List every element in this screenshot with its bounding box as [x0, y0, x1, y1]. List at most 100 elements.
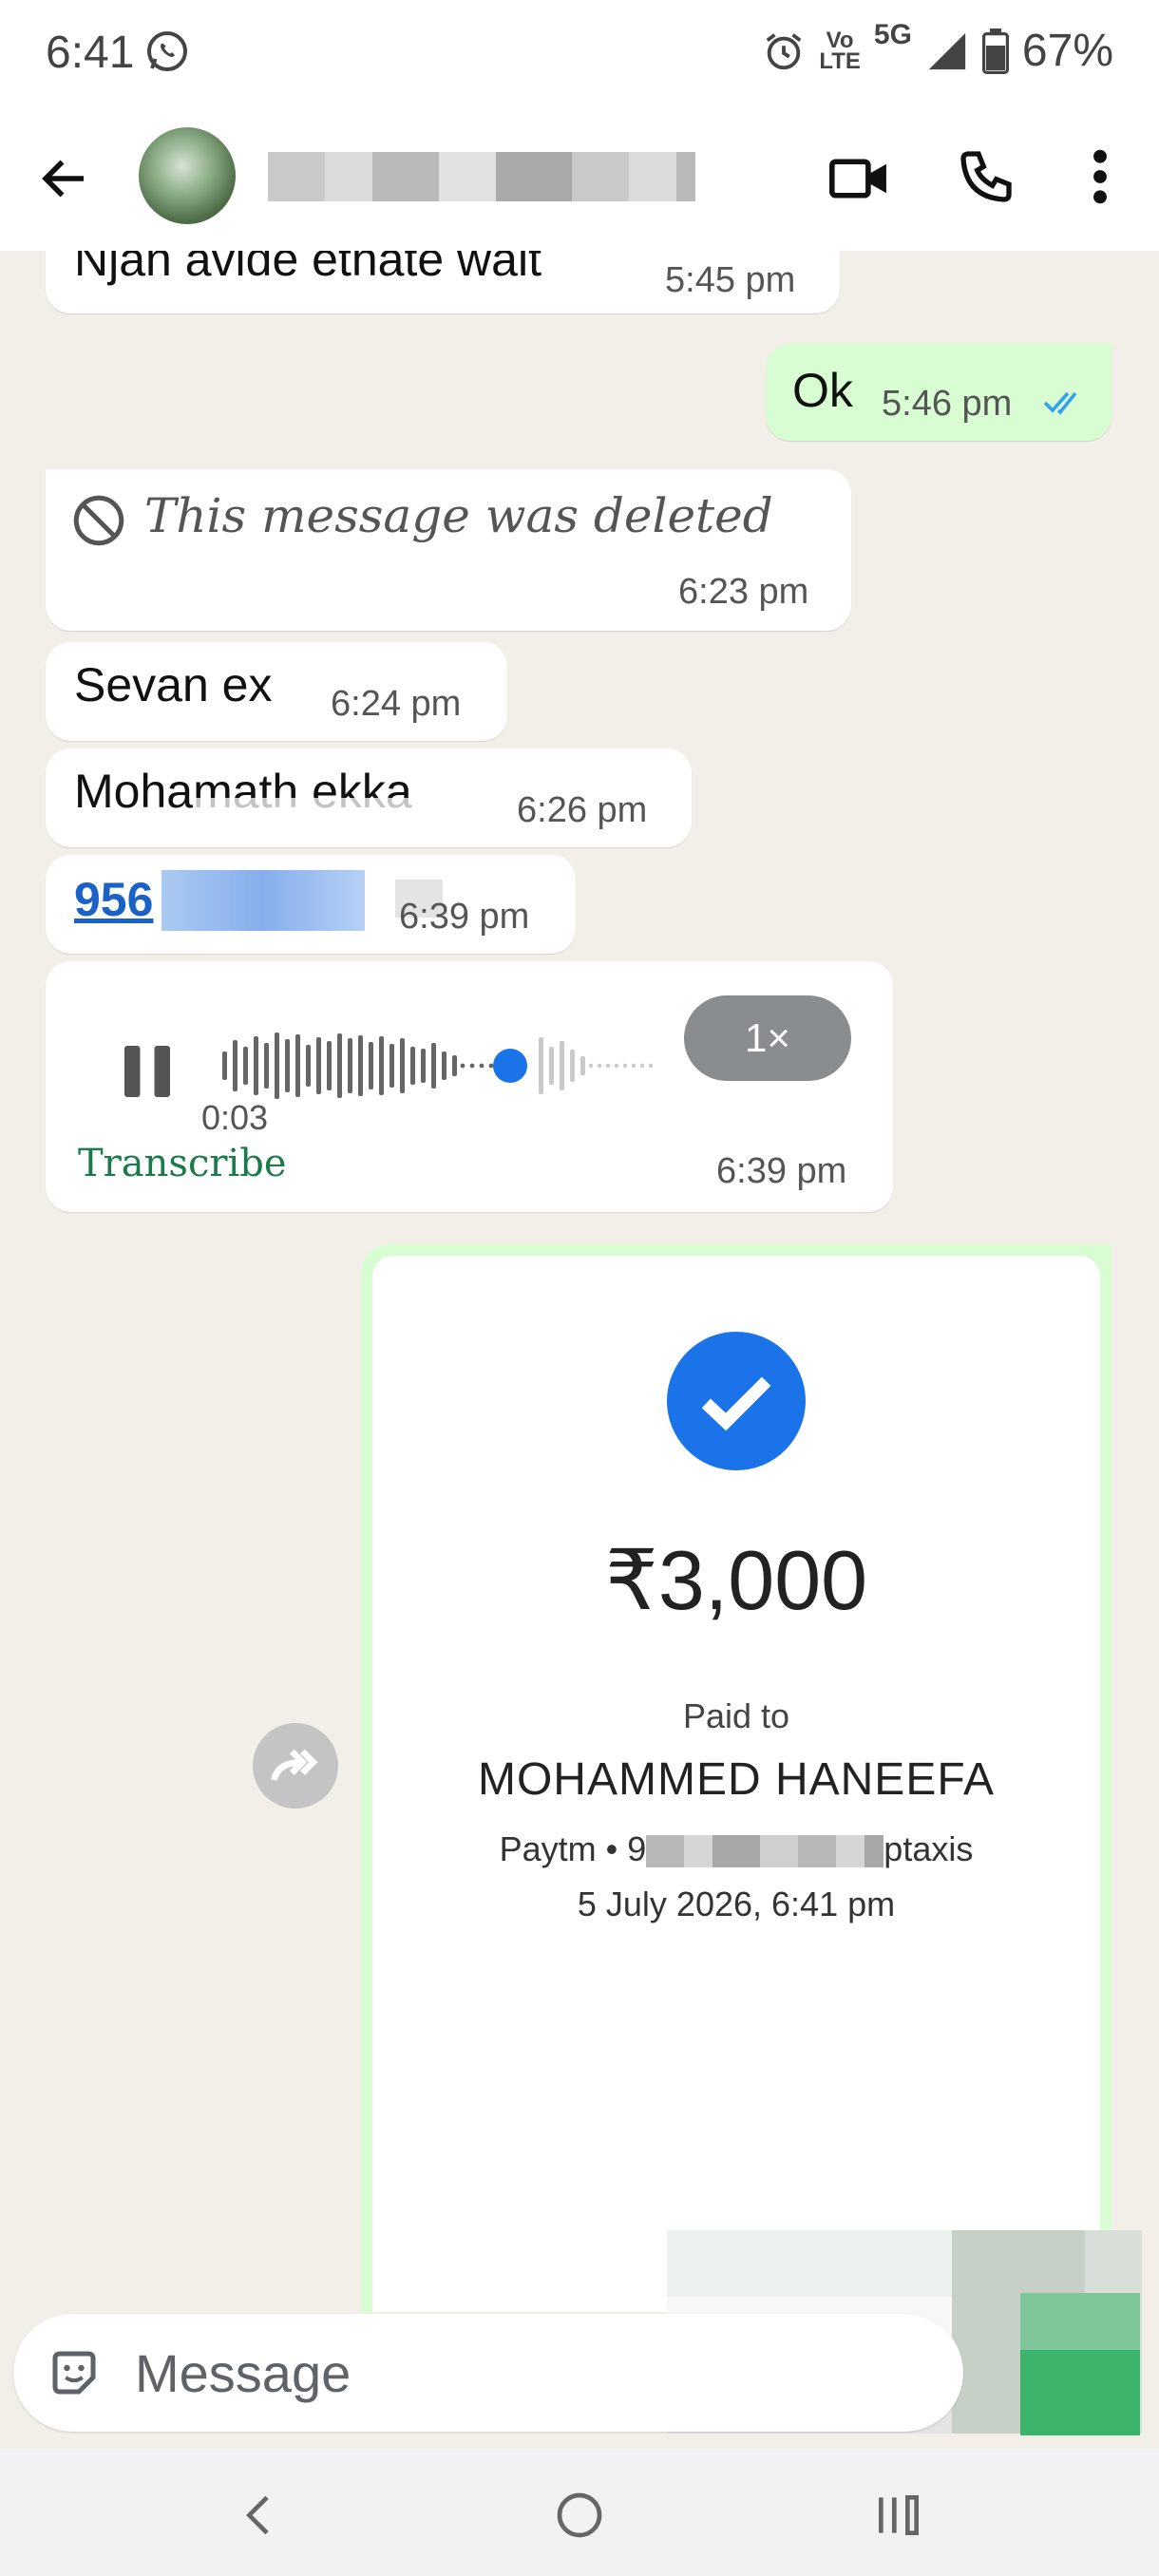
nav-back-icon[interactable]	[234, 2489, 287, 2542]
back-arrow-icon[interactable]	[36, 150, 93, 207]
video-call-icon[interactable]	[828, 148, 891, 209]
contact-name[interactable]	[268, 152, 695, 201]
waveform-bar	[337, 1033, 342, 1098]
message-input[interactable]	[135, 2339, 667, 2407]
sticker-icon[interactable]	[46, 2344, 103, 2401]
waveform-dot	[648, 1063, 654, 1069]
message-time: 6:39 pm	[399, 897, 530, 937]
message-time: 5:45 pm	[665, 260, 796, 300]
voice-duration: 0:03	[201, 1098, 269, 1137]
redaction-pixel-block	[1020, 2293, 1140, 2435]
blocked-icon	[73, 495, 124, 546]
redaction-blur	[646, 1835, 884, 1868]
message-text: This message was deleted	[144, 488, 773, 543]
waveform-bar	[431, 1043, 436, 1089]
nav-recents-icon[interactable]	[872, 2489, 925, 2542]
message-text: Ok	[792, 364, 853, 417]
phone-link[interactable]: 956	[74, 872, 153, 927]
waveform-bar	[379, 1036, 384, 1095]
payment-screenshot[interactable]: ₹3,000 Paid to MOHAMMED HANEEFA Paytm • …	[372, 1256, 1100, 2312]
waveform-bar	[421, 1049, 426, 1083]
waveform-bar	[570, 1050, 575, 1082]
message-time: 6:26 pm	[517, 790, 648, 830]
chat-area[interactable]: Njan avide ethate wait 5:45 pm Ok 5:46 p…	[0, 251, 1159, 2312]
waveform-bar	[348, 1038, 352, 1093]
waveform-bar	[275, 1032, 279, 1099]
message-incoming[interactable]: Sevan ex 6:24 pm	[46, 642, 507, 741]
forward-button[interactable]	[253, 1723, 338, 1809]
read-ticks-icon	[1043, 391, 1077, 415]
message-composer	[13, 2314, 963, 2432]
pause-icon[interactable]	[122, 1043, 173, 1100]
waveform-dot	[479, 1063, 484, 1069]
message-outgoing[interactable]: Ok 5:46 pm	[766, 344, 1112, 441]
message-incoming[interactable]: Njan avide ethate wait 5:45 pm	[46, 251, 840, 313]
waveform-dot	[588, 1063, 594, 1069]
waveform-dot	[460, 1063, 466, 1069]
voice-message[interactable]: 0:03 1× Transcribe 6:39 pm	[46, 961, 893, 1212]
voice-waveform[interactable]	[217, 1026, 720, 1106]
status-time: 6:41	[46, 28, 135, 78]
message-time: 6:23 pm	[678, 572, 809, 612]
waveform-bar	[327, 1041, 332, 1090]
status-icons: Vo LTE 5G 67%	[762, 19, 1113, 77]
waveform-dot	[622, 1063, 628, 1069]
waveform-bar	[400, 1038, 405, 1093]
more-vert-icon[interactable]	[1083, 146, 1117, 207]
waveform-bar	[295, 1034, 300, 1097]
waveform-dot	[469, 1063, 475, 1069]
waveform-dot	[488, 1063, 494, 1069]
volte-icon: Vo LTE	[819, 27, 861, 74]
playback-speed-button[interactable]: 1×	[684, 995, 851, 1081]
waveform-bar	[358, 1035, 363, 1096]
waveform-bar	[369, 1042, 373, 1089]
waveform-bar	[254, 1036, 258, 1095]
battery-percent: 67%	[1021, 26, 1113, 76]
nav-home-icon[interactable]	[553, 2489, 606, 2542]
waveform-bar	[580, 1056, 585, 1075]
message-deleted[interactable]: This message was deleted 6:23 pm	[46, 469, 851, 631]
message-incoming[interactable]: Mohamath ekka 6:26 pm	[46, 748, 692, 847]
redaction-blur	[194, 798, 431, 845]
message-time: 5:46 pm	[882, 384, 1013, 424]
avatar[interactable]	[139, 127, 236, 224]
waveform-dot	[631, 1063, 636, 1069]
waveform-bar	[539, 1037, 543, 1094]
waveform-bar	[390, 1044, 394, 1088]
transcribe-link[interactable]: Transcribe	[78, 1142, 287, 1185]
paid-to-label: Paid to	[682, 1696, 790, 1735]
status-bar: 6:41 Vo LTE 5G 67%	[0, 0, 1159, 106]
check-circle-icon	[667, 1332, 806, 1470]
waveform-bar	[306, 1045, 311, 1087]
system-nav-bar	[0, 2449, 1159, 2576]
waveform-dot	[597, 1063, 602, 1069]
waveform-bar	[222, 1051, 227, 1080]
playhead-knob	[493, 1049, 527, 1083]
signal-icon	[928, 32, 966, 69]
waveform-bar	[549, 1047, 554, 1085]
whatsapp-icon	[147, 31, 187, 71]
network-type: 5G	[873, 19, 912, 50]
message-text: Njan avide ethate wait	[74, 251, 542, 286]
image-message[interactable]: ₹3,000 Paid to MOHAMMED HANEEFA Paytm • …	[361, 1244, 1112, 2312]
alarm-icon	[766, 32, 802, 69]
waveform-bar	[316, 1037, 321, 1094]
payment-method: Paytm • 9 ptaxis	[499, 1829, 974, 1868]
waveform-bar	[410, 1047, 415, 1085]
chat-header	[0, 106, 1159, 251]
battery-icon	[981, 28, 1009, 74]
phone-icon[interactable]	[956, 146, 1016, 207]
payment-date: 5 July 2026, 6:41 pm	[577, 1885, 896, 1923]
message-time: 6:39 pm	[716, 1151, 847, 1191]
waveform-bar	[560, 1041, 564, 1090]
waveform-bar	[264, 1043, 269, 1089]
redaction-blur	[162, 870, 365, 931]
forward-icon	[271, 1749, 318, 1781]
waveform-dot	[605, 1063, 611, 1069]
message-incoming[interactable]: 956 6:39 pm	[46, 855, 576, 954]
waveform-bar	[285, 1039, 290, 1092]
waveform-bar	[452, 1055, 457, 1076]
message-time: 6:24 pm	[331, 684, 462, 724]
waveform-bar	[233, 1040, 238, 1091]
waveform-dot	[639, 1063, 645, 1069]
